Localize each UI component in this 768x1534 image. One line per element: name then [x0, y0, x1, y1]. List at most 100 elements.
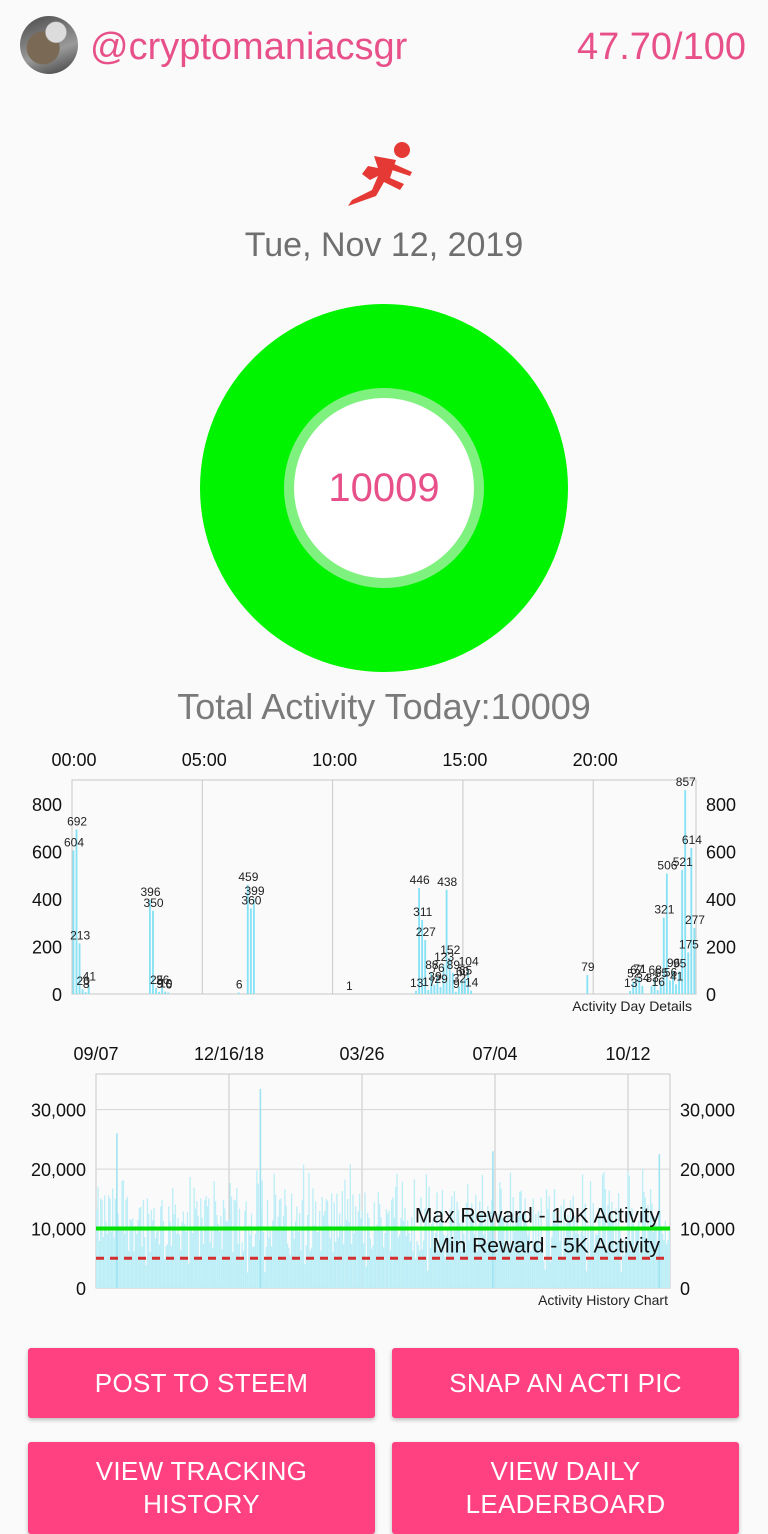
history-bar [444, 1257, 446, 1288]
history-bar [178, 1234, 181, 1288]
day-bar [439, 987, 442, 994]
history-bar [316, 1232, 318, 1288]
history-bar [149, 1251, 151, 1288]
day-bar-label: 152 [440, 943, 460, 957]
history-bar [118, 1226, 121, 1288]
view-daily-leaderboard-button[interactable]: VIEW DAILY LEADERBOARD [392, 1442, 739, 1534]
history-bar [357, 1211, 359, 1288]
history-bar [298, 1213, 301, 1288]
history-bar [665, 1244, 668, 1288]
day-bar [237, 992, 240, 994]
history-bar [154, 1238, 157, 1288]
day-bar-label: 95 [673, 956, 687, 970]
history-bar [314, 1201, 317, 1288]
username[interactable]: @cryptomaniacsgr [90, 24, 407, 70]
history-x-tick: 03/26 [339, 1044, 384, 1064]
history-bar [365, 1266, 367, 1288]
history-bar [176, 1233, 178, 1288]
history-x-tick: 10/12 [605, 1044, 650, 1064]
history-bar [262, 1231, 265, 1288]
history-bar [668, 1225, 670, 1288]
history-bar [186, 1212, 189, 1288]
history-bar [182, 1211, 185, 1288]
day-bar [641, 985, 644, 994]
history-bar [246, 1272, 249, 1288]
history-bar [350, 1244, 353, 1288]
ring-value: 10009 [328, 465, 440, 510]
score: 47.70/100 [576, 26, 746, 68]
history-bar [301, 1200, 303, 1288]
day-chart-title: Activity Day Details [572, 998, 692, 1014]
history-bar [407, 1220, 409, 1288]
view-tracking-history-button[interactable]: VIEW TRACKING HISTORY [28, 1442, 375, 1534]
history-bar [300, 1250, 302, 1288]
history-bar [320, 1250, 322, 1288]
history-bar [253, 1246, 255, 1288]
history-bar [346, 1198, 349, 1288]
avatar[interactable] [20, 16, 78, 74]
day-bar [72, 850, 75, 994]
history-bar [229, 1183, 231, 1288]
history-bar [168, 1206, 170, 1288]
history-bar [628, 1175, 630, 1288]
history-bar [252, 1247, 254, 1288]
history-bar [330, 1193, 333, 1288]
history-bar [304, 1264, 306, 1288]
history-bar [397, 1237, 400, 1288]
history-bar [396, 1173, 398, 1288]
history-bar [133, 1251, 135, 1288]
day-bar-label: 175 [679, 937, 699, 951]
history-bar [218, 1231, 221, 1288]
history-peak-bar [259, 1088, 262, 1288]
day-y-tick-right: 0 [706, 985, 716, 1005]
history-bar [294, 1221, 297, 1288]
history-bar [481, 1174, 484, 1288]
day-bar-label: 604 [64, 835, 84, 849]
day-x-ticks: 00:00 05:00 10:00 15:00 20:00 [51, 750, 617, 770]
day-y-tick-right: 200 [706, 937, 736, 957]
history-y-tick-right: 10,000 [680, 1220, 735, 1240]
history-bar [278, 1199, 281, 1288]
history-bar [185, 1231, 187, 1288]
history-bar [384, 1233, 386, 1288]
history-bar [389, 1250, 392, 1288]
history-bar [312, 1188, 314, 1288]
history-bar [236, 1188, 238, 1288]
activity-day-chart[interactable]: 00:00 05:00 10:00 15:00 20:00 0 0 200 200 400 400… [0, 744, 768, 1020]
history-bar [162, 1221, 165, 1288]
activity-ring: 10009 [200, 304, 568, 672]
day-bar [75, 829, 78, 994]
history-bar [337, 1237, 339, 1288]
history-bar [242, 1251, 245, 1288]
day-y-tick-left: 200 [32, 937, 62, 957]
history-bar [372, 1245, 374, 1288]
history-bar [250, 1213, 253, 1288]
history-bar [376, 1224, 378, 1288]
history-bar [370, 1248, 373, 1288]
history-bar [663, 1240, 665, 1288]
day-y-tick-right: 800 [706, 795, 736, 815]
history-bar [232, 1252, 234, 1288]
day-bar-label: 1 [346, 979, 353, 993]
history-bar [620, 1272, 622, 1288]
history-bar [136, 1233, 138, 1288]
post-to-steem-button[interactable]: POST TO STEEM [28, 1348, 375, 1418]
history-bar [140, 1207, 142, 1288]
history-bar [378, 1203, 381, 1288]
history-bar [96, 1209, 98, 1288]
history-bar [240, 1257, 242, 1288]
history-bar [302, 1164, 305, 1288]
day-y-tick-left: 400 [32, 890, 62, 910]
history-bar [144, 1236, 146, 1288]
date-label: Tue, Nov 12, 2019 [244, 226, 524, 264]
history-bar [388, 1210, 390, 1288]
history-bar [409, 1241, 412, 1288]
history-bar [125, 1199, 127, 1288]
day-plot-frame [71, 779, 697, 995]
activity-history-chart[interactable]: 09/07 12/16/18 03/26 07/04 10/12 0 0 10,000 10,… [0, 1036, 768, 1312]
day-bar-label: 6 [236, 978, 243, 992]
history-bar [206, 1206, 209, 1288]
snap-acti-pic-button[interactable]: SNAP AN ACTI PIC [392, 1348, 739, 1418]
history-bar [273, 1173, 275, 1288]
history-bar [233, 1199, 235, 1288]
